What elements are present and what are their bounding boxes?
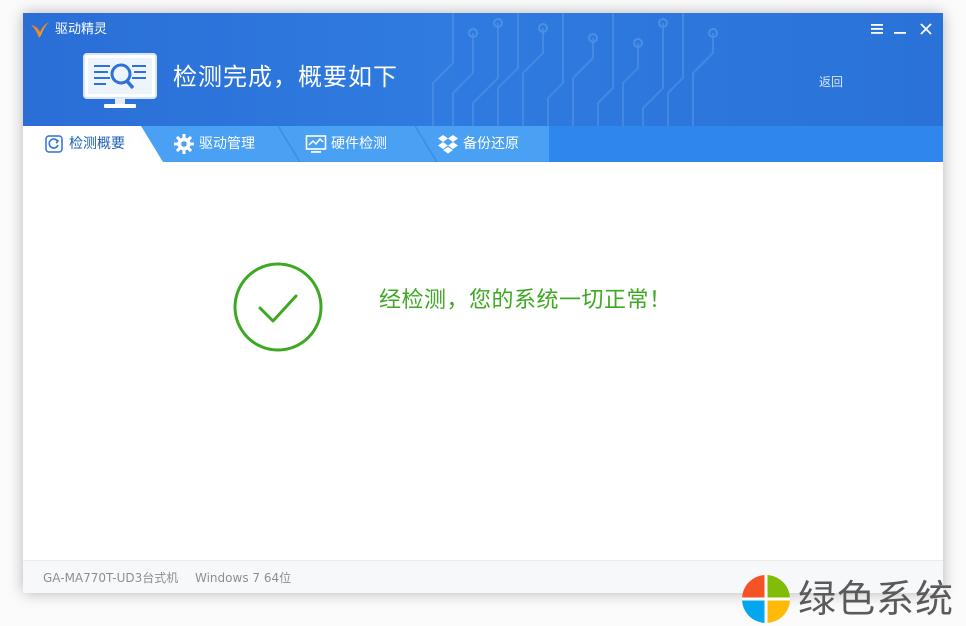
header: 驱动精灵 检测完成，概要如下 返回 — [23, 13, 943, 126]
back-link[interactable]: 返回 — [819, 74, 843, 90]
os-version: Windows 7 64位 — [195, 571, 292, 585]
screen: 驱动精灵 检测完成，概要如下 返回 检测概要 驱动管理 硬件检测 备份还原 经检… — [0, 0, 966, 626]
summary-panel: 经检测，您的系统一切正常！ — [23, 162, 943, 560]
result-message: 经检测，您的系统一切正常！ — [379, 288, 672, 313]
tab-detection-summary[interactable]: 检测概要 — [43, 126, 125, 162]
tab-label: 硬件检测 — [331, 136, 387, 152]
tab-hardware-detection[interactable]: 硬件检测 — [305, 126, 387, 162]
minimize-icon — [894, 32, 906, 34]
monitor-scan-icon — [83, 53, 157, 108]
app-name: 驱动精灵 — [55, 22, 108, 37]
menu-button[interactable] — [867, 19, 887, 39]
page-title: 检测完成，概要如下 — [173, 63, 398, 91]
hamburger-menu-icon — [871, 24, 883, 34]
tab-driver-management[interactable]: 驱动管理 — [173, 126, 255, 162]
watermark-text: 绿色系统 — [798, 577, 955, 621]
machine-model: GA-MA770T-UD3台式机 — [43, 571, 179, 585]
tab-label: 驱动管理 — [199, 136, 255, 152]
tab-backup-restore[interactable]: 备份还原 — [437, 126, 519, 162]
app-logo-icon — [31, 22, 49, 38]
close-button[interactable] — [916, 19, 936, 39]
tab-bar: 检测概要 驱动管理 硬件检测 备份还原 — [23, 126, 943, 162]
watermark: 绿色系统 — [740, 571, 962, 623]
minimize-button[interactable] — [890, 19, 910, 39]
gear-icon — [173, 133, 195, 155]
check-circle-icon — [233, 262, 323, 352]
monitor-chart-icon — [305, 133, 327, 155]
tab-label: 备份还原 — [463, 136, 519, 152]
dropbox-icon — [437, 133, 459, 155]
close-icon — [920, 23, 932, 35]
app-window: 驱动精灵 检测完成，概要如下 返回 检测概要 驱动管理 硬件检测 备份还原 经检… — [23, 13, 943, 593]
circuit-pattern-decoration — [432, 13, 718, 126]
colorful-windows-logo-icon — [742, 575, 790, 623]
tab-label: 检测概要 — [69, 136, 125, 152]
refresh-icon — [43, 133, 65, 155]
